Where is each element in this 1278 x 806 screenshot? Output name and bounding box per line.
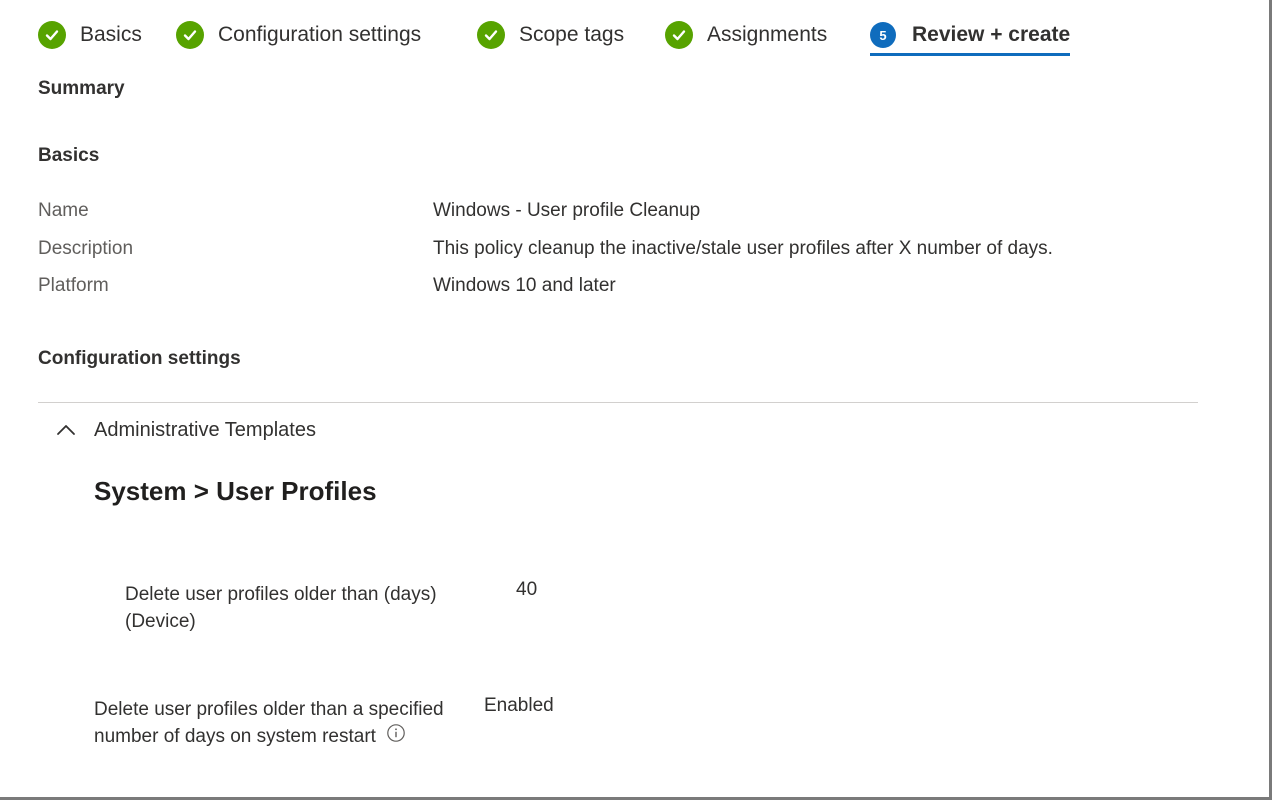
accordion-label: Administrative Templates xyxy=(94,418,316,441)
setting-label-line: Delete user profiles older than a specif… xyxy=(94,699,444,720)
check-icon xyxy=(176,21,204,49)
step-assignments[interactable]: Assignments xyxy=(665,14,827,56)
summary-heading: Summary xyxy=(38,78,125,99)
step-scope-tags[interactable]: Scope tags xyxy=(477,14,624,56)
name-value: Windows - User profile Cleanup xyxy=(433,200,701,221)
chevron-up-icon xyxy=(52,416,80,444)
setting-label-line-with-icon: number of days on system restart xyxy=(94,723,444,751)
basics-heading: Basics xyxy=(38,145,100,166)
group-title: System > User Profiles xyxy=(94,476,377,506)
description-value: This policy cleanup the inactive/stale u… xyxy=(433,238,1053,259)
review-create-panel: Basics Configuration settings Scope tags… xyxy=(0,0,1272,800)
setting-label-line: Delete user profiles older than (days) xyxy=(125,584,437,605)
platform-key: Platform xyxy=(38,275,109,296)
step-review-create[interactable]: 5 Review + create xyxy=(870,14,1071,56)
setting-label-line: number of days on system restart xyxy=(94,726,376,748)
name-key: Name xyxy=(38,200,89,221)
setting-label-delete-profiles-on-restart: Delete user profiles older than a specif… xyxy=(94,696,444,751)
step-configuration-settings[interactable]: Configuration settings xyxy=(176,14,421,56)
setting-label-delete-profiles-days: Delete user profiles older than (days) (… xyxy=(125,581,437,635)
check-icon xyxy=(477,21,505,49)
setting-value-delete-profiles-on-restart: Enabled xyxy=(484,695,554,716)
administrative-templates-accordion[interactable]: Administrative Templates xyxy=(52,416,316,444)
step-number-badge: 5 xyxy=(870,22,896,48)
step-label: Assignments xyxy=(707,23,828,46)
platform-value: Windows 10 and later xyxy=(433,275,616,296)
configuration-settings-heading: Configuration settings xyxy=(38,348,241,369)
description-key: Description xyxy=(38,238,134,259)
setting-label-line: (Device) xyxy=(125,611,196,632)
active-step-underline xyxy=(870,53,1071,56)
step-label: Configuration settings xyxy=(218,23,422,46)
step-basics[interactable]: Basics xyxy=(38,14,142,56)
setting-value-delete-profiles-days: 40 xyxy=(516,579,538,600)
step-label: Scope tags xyxy=(519,23,625,46)
divider xyxy=(38,402,1198,403)
info-icon[interactable] xyxy=(386,723,406,751)
step-label: Basics xyxy=(80,23,142,46)
check-icon xyxy=(38,21,66,49)
check-icon xyxy=(665,21,693,49)
step-label: Review + create xyxy=(912,23,1071,46)
